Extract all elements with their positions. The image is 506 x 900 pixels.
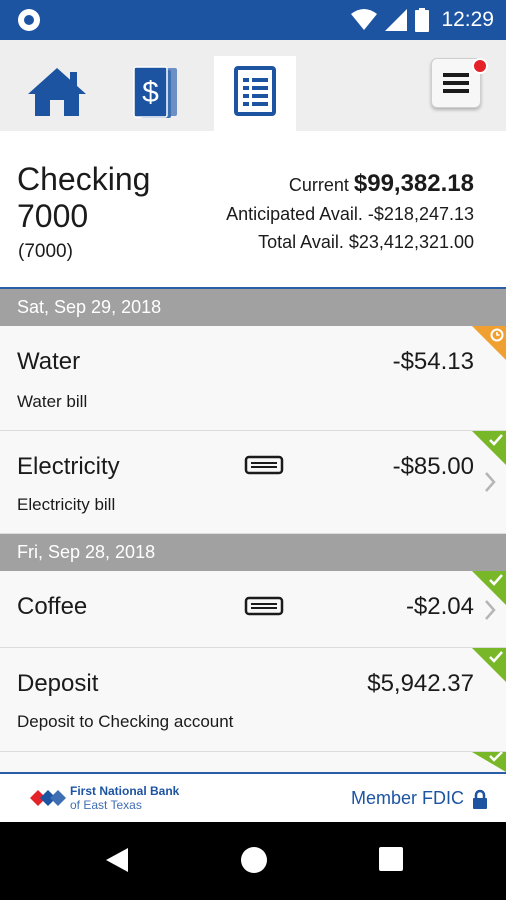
transaction-amount: -$54.13 [392,348,474,375]
date-header: Sat, Sep 29, 2018 [0,289,506,326]
transaction-title: Electricity [17,453,120,480]
fdic-label: Member FDIC [350,788,464,808]
current-balance: Current $99,382.18 [289,170,474,198]
home-circle-icon[interactable] [240,846,268,874]
checkmark-icon [489,651,503,663]
total-balance-value: $23,412,321.00 [348,232,474,252]
transaction-amount: $5,942.37 [367,670,474,697]
total-balance: Total Avail. $23,412,321.00 [258,232,474,253]
wifi-icon [351,9,378,30]
receipt-icon [244,596,284,616]
checkmark-icon [489,752,503,762]
anticipated-balance: Anticipated Avail. -$218,247.13 [226,204,474,225]
date-header: Fri, Sep 28, 2018 [0,534,506,571]
fdic-notice: Member FDIC [351,788,488,809]
transaction-row[interactable]: Water Water bill -$54.13 [0,326,506,431]
transaction-description: Water bill [17,392,88,411]
account-name: Checking 7000 [17,161,151,234]
svg-text:$: $ [142,76,159,109]
bank-logo-icon [30,790,66,806]
home-icon [28,68,86,116]
transaction-amount: -$85.00 [392,453,474,480]
tab-statements[interactable] [214,56,296,131]
bank-name: First National Bank of East Texas [70,784,179,812]
back-icon[interactable] [104,846,130,874]
current-balance-label: Current [288,175,349,195]
cell-signal-icon [385,9,408,31]
status-bar: 12:29 [0,0,506,40]
transaction-description: Deposit to Checking account [17,712,234,731]
transaction-row[interactable]: Deposit Deposit to Checking account $5,9… [0,648,506,752]
document-list-icon [234,66,276,116]
transaction-row-partial[interactable] [0,752,506,772]
dollar-cards-icon: $ [133,66,177,118]
clock-icon [490,328,504,342]
account-summary: Checking 7000 (7000) Current $99,382.18 … [0,131,506,287]
receipt-icon [244,455,284,475]
transaction-description: Electricity bill [17,495,116,514]
transaction-amount: -$2.04 [405,593,474,620]
notification-badge [472,58,488,74]
transaction-title: Deposit [17,670,99,697]
account-number: (7000) [18,241,73,262]
clock: 12:29 [441,8,494,31]
transaction-title: Coffee [17,593,88,620]
battery-icon [415,8,430,32]
transaction-row[interactable]: Electricity Electricity bill -$85.00 [0,431,506,534]
transaction-row[interactable]: Coffee -$2.04 [0,571,506,648]
total-balance-label: Total Avail. [258,232,344,252]
anticipated-balance-value: -$218,247.13 [367,204,474,224]
tab-home[interactable] [16,56,98,131]
chevron-right-icon [485,472,496,492]
current-balance-value: $99,382.18 [353,170,474,197]
transaction-title: Water [17,348,81,375]
anticipated-balance-label: Anticipated Avail. [226,204,363,224]
checkmark-icon [489,434,503,446]
hamburger-menu-icon [443,73,469,93]
tab-transfers[interactable]: $ [115,56,197,131]
footer: First National Bank of East Texas Member… [0,772,506,822]
checkmark-icon [489,574,503,586]
system-navigation-bar [0,822,506,900]
bank-name-line1: First National Bank [70,784,180,798]
chevron-right-icon [485,600,496,620]
notification-circle-icon [18,9,40,31]
lock-icon [473,789,487,809]
bank-name-line2: of East Texas [70,798,142,812]
recents-square-icon[interactable] [378,846,404,872]
